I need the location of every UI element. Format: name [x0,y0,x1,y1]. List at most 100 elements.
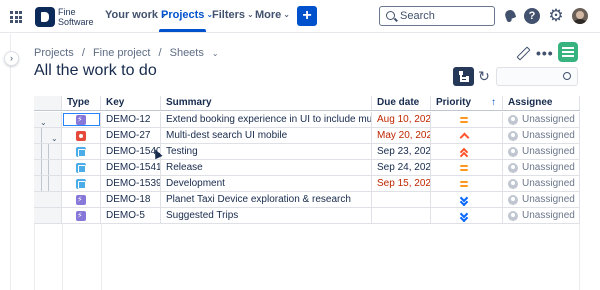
table-row[interactable]: DEMO-1539 Development Sep 15, 2021 Unassign… [34,176,580,192]
due-date[interactable] [372,208,431,223]
row-tree-cell [34,160,62,175]
type-cell[interactable] [62,176,101,191]
assignee-name: Unassigned [522,162,575,173]
priority-cell[interactable] [431,112,503,127]
assignee-cell[interactable]: Unassigned [503,192,580,207]
expand-toggle-icon[interactable]: ⌄ [40,115,47,127]
app-switcher-icon[interactable] [10,11,22,23]
table-row[interactable]: DEMO-1541 Release Sep 24, 2021 Unassigned [34,160,580,176]
unassigned-icon [508,179,518,189]
type-cell[interactable] [62,128,101,143]
priority-cell[interactable] [431,144,503,159]
header-assignee[interactable]: Assignee [503,96,580,110]
refresh-icon[interactable]: ↻ [476,68,492,84]
header-type[interactable]: Type [62,96,101,110]
assignee-cell[interactable]: Unassigned [503,112,580,127]
bell-icon[interactable] [502,8,518,24]
row-tree-cell [34,144,62,159]
sheets-icon[interactable] [558,42,578,62]
search-icon [386,11,395,20]
header-priority[interactable]: Priority ↑ [431,96,503,110]
sort-ascending-icon[interactable]: ↑ [491,96,496,110]
nav-projects-label: Projects [161,9,205,21]
header-summary[interactable]: Summary [161,96,372,110]
issue-summary[interactable]: Release [161,160,372,175]
issue-key[interactable]: DEMO-27 [101,128,161,143]
epic-icon [76,210,86,221]
avatar[interactable] [572,8,588,24]
breadcrumb-sheets[interactable]: Sheets ⌄ [170,47,224,59]
assignee-cell[interactable]: Unassigned [503,144,580,159]
sidebar-expand-icon[interactable]: › [4,51,19,66]
due-date[interactable]: May 20, 2021 [372,128,431,143]
edit-icon[interactable] [514,45,530,61]
issue-key[interactable]: DEMO-1539 [101,176,161,191]
more-icon[interactable]: ••• [536,45,554,61]
type-cell[interactable] [62,160,101,175]
issue-summary[interactable]: Planet Taxi Device exploration & researc… [161,192,372,207]
table-row[interactable]: DEMO-5Suggested Trips Unassigned [34,208,580,224]
table-row[interactable]: ⌄ DEMO-12Extend booking experience in UI … [34,112,580,128]
brand-name[interactable]: Fine Software [58,7,94,27]
issue-summary[interactable]: Suggested Trips [161,208,372,223]
assignee-cell[interactable]: Unassigned [503,160,580,175]
tree-line [48,176,49,191]
due-date[interactable]: Sep 15, 2021 [372,176,431,191]
breadcrumb: Projects / Fine project / Sheets ⌄ [34,47,229,59]
priority-cell[interactable] [431,192,503,207]
nav-filters[interactable]: Filters ⌄ [212,9,254,21]
type-cell[interactable] [62,144,101,159]
gear-icon[interactable]: ⚙ [548,7,564,24]
help-icon[interactable]: ? [524,8,540,24]
due-date[interactable]: Sep 23, 2021 [372,144,431,159]
issue-summary[interactable]: Testing [161,144,372,159]
nav-more[interactable]: More ⌄ [255,9,290,21]
table-row[interactable]: DEMO-18Planet Taxi Device exploration & … [34,192,580,208]
structure-icon[interactable] [453,67,474,86]
type-cell[interactable] [62,112,101,127]
expand-toggle-icon[interactable]: ⌄ [51,131,58,143]
type-cell[interactable] [62,208,101,223]
due-date[interactable]: Sep 24, 2021 [372,160,431,175]
search-icon [563,72,571,80]
nav-projects[interactable]: Projects ⌄ [161,9,213,21]
search-input[interactable]: Search [379,6,495,26]
type-cell[interactable] [62,192,101,207]
column-guide [34,224,35,290]
filter-search-input[interactable] [496,67,578,86]
breadcrumb-separator: / [158,47,162,59]
unassigned-icon [508,115,518,125]
breadcrumb-projects[interactable]: Projects [34,47,74,59]
issue-summary[interactable]: Extend booking experience in UI to inclu… [161,112,372,127]
assignee-name: Unassigned [522,130,575,141]
header-key[interactable]: Key [101,96,161,110]
assignee-cell[interactable]: Unassigned [503,208,580,223]
assignee-cell[interactable]: Unassigned [503,128,580,143]
create-button[interactable]: + [297,6,317,26]
due-date[interactable]: Aug 10, 2021 [372,112,431,127]
tree-line [41,128,42,143]
issue-key[interactable]: DEMO-5 [101,208,161,223]
priority-cell[interactable] [431,128,503,143]
priority-cell[interactable] [431,160,503,175]
due-date[interactable] [372,192,431,207]
issue-key[interactable]: DEMO-18 [101,192,161,207]
header-priority-label: Priority [436,97,472,108]
header-due-date[interactable]: Due date [372,96,431,110]
sidebar-collapsed [0,34,11,290]
table-row[interactable]: DEMO-1540 Testing Sep 23, 2021 Unassigned [34,144,580,160]
breadcrumb-project[interactable]: Fine project [93,47,150,59]
nav-your-work[interactable]: Your work ⌄ [105,9,167,21]
unassigned-icon [508,211,518,221]
issue-key[interactable]: DEMO-1541 [101,160,161,175]
priority-cell[interactable] [431,208,503,223]
assignee-cell[interactable]: Unassigned [503,176,580,191]
priority-lowest-icon [459,195,469,205]
issue-key[interactable]: DEMO-12 [101,112,161,127]
issue-summary[interactable]: Multi-dest search UI mobile [161,128,372,143]
issue-summary[interactable]: Development [161,176,372,191]
table-row[interactable]: ⌄ DEMO-27 Multi-dest search UI mobile May 2… [34,128,580,144]
priority-cell[interactable] [431,176,503,191]
epic-icon [76,194,86,205]
fine-software-logo[interactable] [35,7,55,27]
